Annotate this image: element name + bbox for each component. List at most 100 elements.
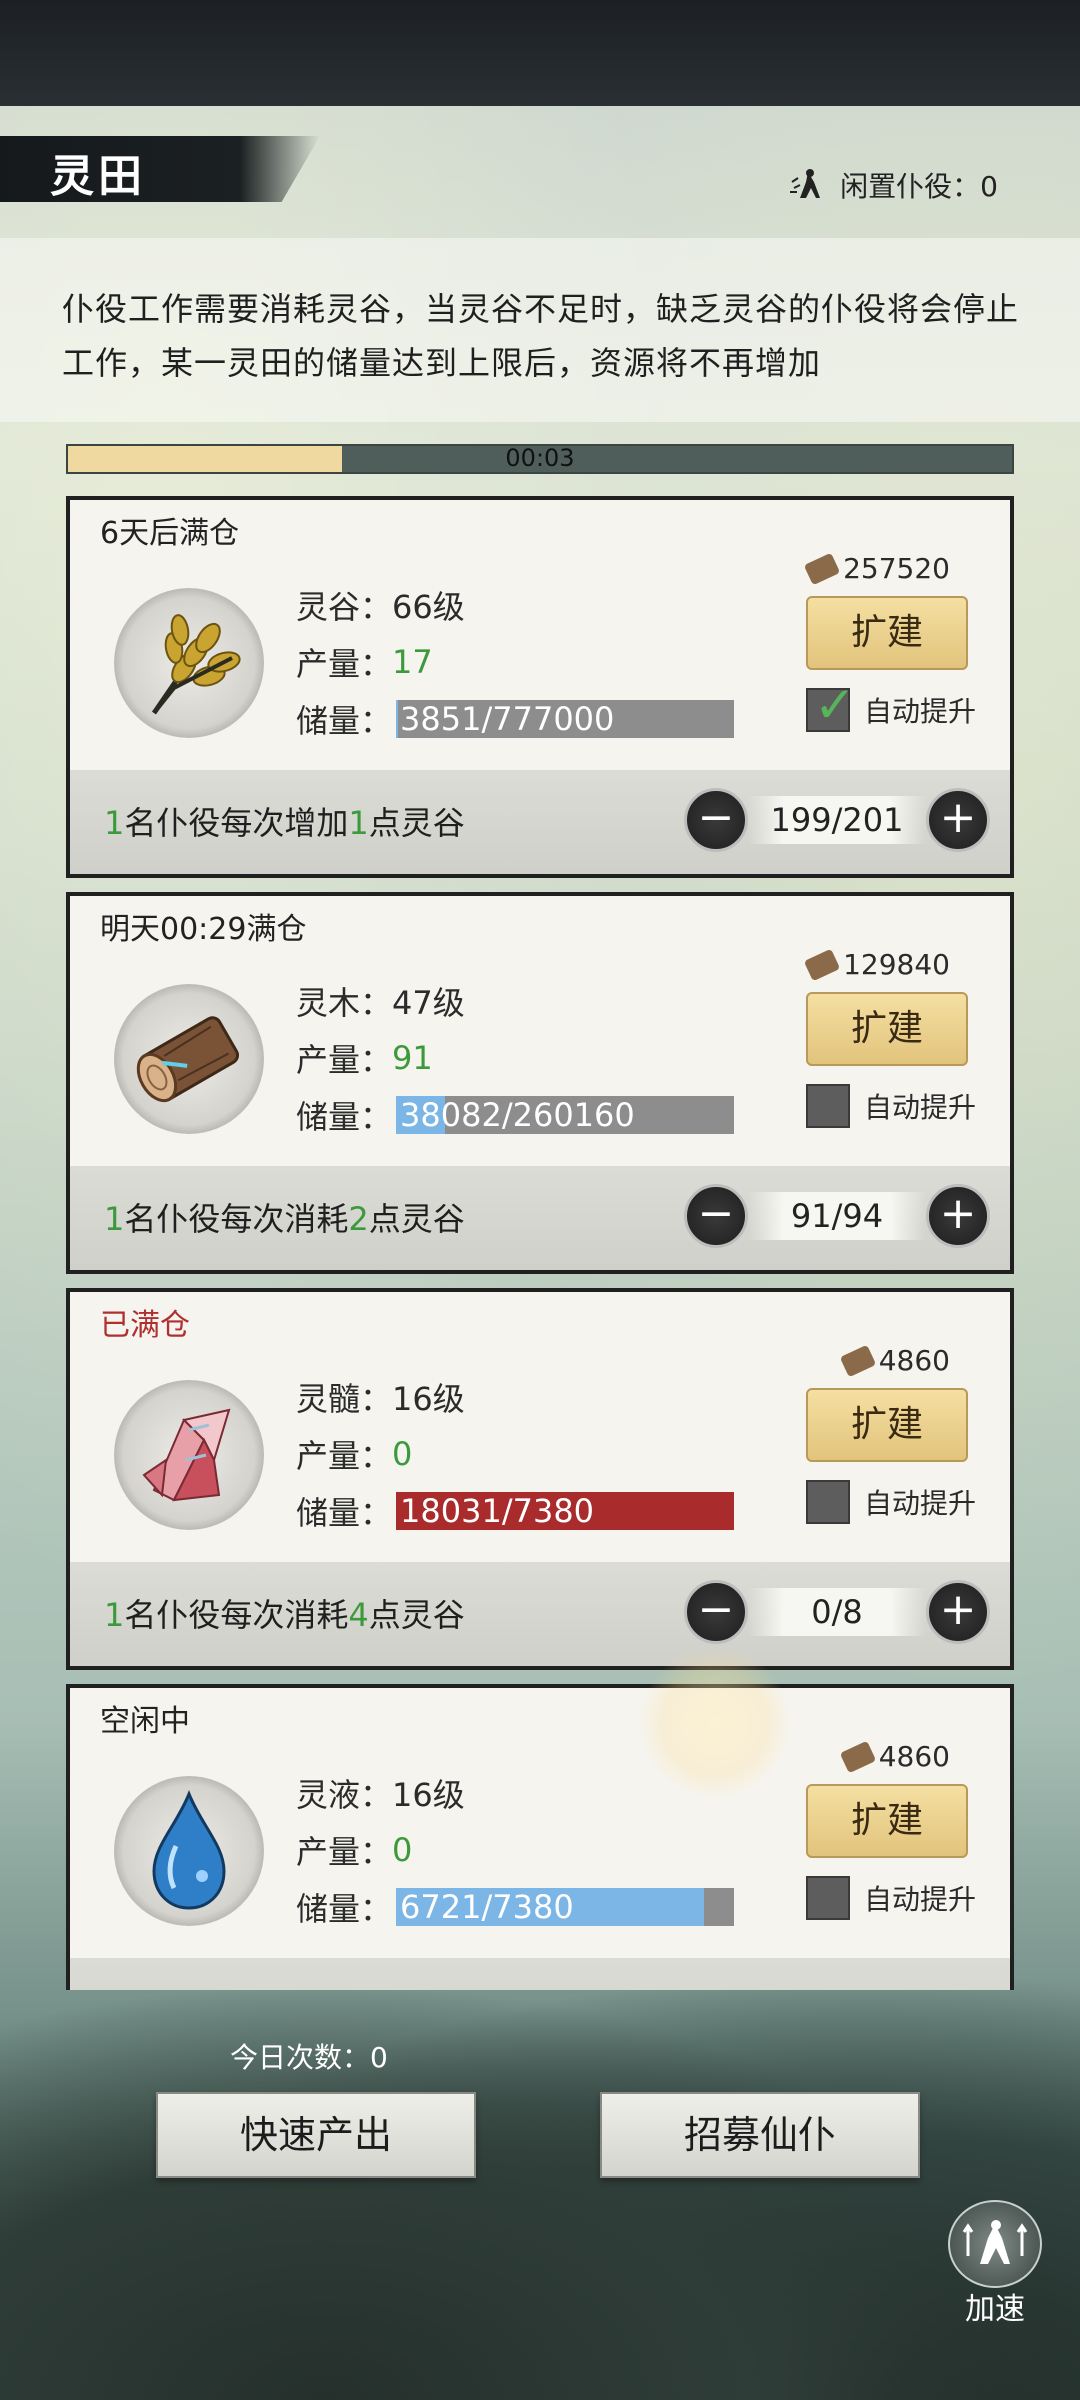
background-hills xyxy=(0,1980,1080,2400)
wood-cost-icon xyxy=(803,552,841,585)
worker-description: 1名仆役每次增加1点灵谷 xyxy=(104,798,465,844)
decrease-workers-button[interactable]: − xyxy=(684,788,748,852)
output-value: 0 xyxy=(392,1434,413,1473)
auto-upgrade-checkbox[interactable]: ✓ xyxy=(805,676,856,734)
auto-upgrade-toggle[interactable]: ✓ 自动提升 xyxy=(805,676,976,734)
speed-up-icon xyxy=(948,2200,1042,2288)
increase-workers-button[interactable]: + xyxy=(926,788,990,852)
auto-upgrade-toggle[interactable]: 自动提升 xyxy=(805,1084,976,1128)
worker-assigned: 91/94 xyxy=(748,1192,926,1240)
auto-upgrade-checkbox[interactable] xyxy=(805,1480,850,1524)
water-drop-icon xyxy=(114,1790,264,1930)
field-icon-frame xyxy=(114,1776,264,1926)
worker-stepper: − 199/201 + xyxy=(684,788,990,852)
worker-assigned: 199/201 xyxy=(748,796,926,844)
expand-cost-value: 257520 xyxy=(843,552,950,585)
field-icon-frame xyxy=(114,1380,264,1530)
today-label: 今日次数： xyxy=(230,2041,371,2074)
expand-cost: 257520 xyxy=(803,552,950,585)
increase-workers-button[interactable]: + xyxy=(926,1184,990,1248)
increase-workers-button[interactable]: + xyxy=(926,1580,990,1644)
storage-value: 3851/777000 xyxy=(400,699,615,738)
status-bar-area xyxy=(0,0,1080,106)
check-icon: ✓ xyxy=(813,676,856,734)
field-stats: 灵谷： 66级 产量： 17 储量： 3851/777000 xyxy=(296,576,735,747)
speed-up-button[interactable]: 加速 xyxy=(948,2200,1042,2328)
speed-up-label: 加速 xyxy=(965,2292,1025,2327)
resource-label: 灵木： xyxy=(296,983,393,1022)
storage-bar: 18031/7380 xyxy=(396,1491,735,1530)
wheat-icon xyxy=(114,614,264,742)
worker-assigned: 0/8 xyxy=(748,1588,926,1636)
recruit-button[interactable]: 招募仙仆 xyxy=(600,2092,920,2178)
field-icon-frame xyxy=(114,984,264,1134)
worker-row: 1名仆役每次增加1点灵谷 − 199/201 + xyxy=(70,770,1010,874)
worker-row: 1名仆役每次消耗4点灵谷 − 0/8 + xyxy=(70,1562,1010,1666)
worker-amount: 4 xyxy=(348,1596,369,1634)
field-status: 已满仓 xyxy=(100,1308,190,1343)
worker-row xyxy=(70,1958,1010,1990)
wood-log-icon xyxy=(114,1016,264,1138)
field-list[interactable]: 6天后满仓 灵谷： 66级 产量： 17 储量： 3851/777000 25752… xyxy=(66,496,1014,1990)
auto-upgrade-toggle[interactable]: 自动提升 xyxy=(805,1480,976,1524)
worker-count-unit: 1 xyxy=(104,804,125,842)
field-status: 6天后满仓 xyxy=(100,516,240,551)
expand-button[interactable]: 扩建 xyxy=(806,1784,968,1858)
storage-label: 储量： xyxy=(296,701,393,740)
decrease-workers-button[interactable]: − xyxy=(684,1580,748,1644)
description-text: 仆役工作需要消耗灵谷，当灵谷不足时，缺乏灵谷的仆役将会停止工作，某一灵田的储量达… xyxy=(62,290,1020,382)
expand-button[interactable]: 扩建 xyxy=(806,992,968,1066)
servant-icon xyxy=(788,168,830,202)
title-banner xyxy=(0,136,320,202)
resource-level: 16级 xyxy=(392,1775,465,1814)
worker-count-unit: 1 xyxy=(104,1596,125,1634)
wood-cost-icon xyxy=(839,1740,876,1773)
output-label: 产量： xyxy=(296,644,393,683)
expand-button[interactable]: 扩建 xyxy=(806,1388,968,1462)
decrease-workers-button[interactable]: − xyxy=(684,1184,748,1248)
worker-amount: 2 xyxy=(348,1200,369,1238)
resource-label: 灵髓： xyxy=(296,1379,393,1418)
auto-upgrade-label: 自动提升 xyxy=(863,1091,976,1124)
worker-text: 名仆役每次消耗 xyxy=(124,1596,349,1634)
worker-resource: 点灵谷 xyxy=(368,804,465,842)
storage-value: 6721/7380 xyxy=(400,1887,574,1926)
worker-stepper: − 0/8 + xyxy=(684,1580,990,1644)
resource-level: 66级 xyxy=(392,587,465,626)
worker-text: 名仆役每次消耗 xyxy=(124,1200,349,1238)
field-card: 明天00:29满仓 灵木： 47级 产量： 91 储量： 38082/260160 … xyxy=(66,892,1014,1274)
expand-button[interactable]: 扩建 xyxy=(806,596,968,670)
output-value: 17 xyxy=(392,642,433,681)
auto-upgrade-toggle[interactable]: 自动提升 xyxy=(805,1876,976,1920)
output-value: 0 xyxy=(392,1830,413,1869)
storage-bar-fill xyxy=(396,699,398,738)
expand-cost: 129840 xyxy=(803,948,950,981)
resource-level: 16级 xyxy=(392,1379,465,1418)
field-stats: 灵液： 16级 产量： 0 储量： 6721/7380 xyxy=(296,1764,735,1935)
worker-row: 1名仆役每次消耗2点灵谷 − 91/94 + xyxy=(70,1166,1010,1270)
output-label: 产量： xyxy=(296,1040,393,1079)
expand-cost-value: 129840 xyxy=(843,948,950,981)
field-card: 空闲中 灵液： 16级 产量： 0 储量： 6721/7380 4860 扩建 自动… xyxy=(66,1684,1014,1990)
field-stats: 灵髓： 16级 产量： 0 储量： 18031/7380 xyxy=(296,1368,735,1539)
crystal-icon xyxy=(114,1408,264,1534)
storage-label: 储量： xyxy=(296,1493,393,1532)
idle-count: 0 xyxy=(980,170,998,203)
field-icon-frame xyxy=(114,588,264,738)
resource-label: 灵液： xyxy=(296,1775,393,1814)
expand-cost-value: 4860 xyxy=(878,1740,950,1773)
today-count: 今日次数：0 xyxy=(230,2036,388,2076)
storage-label: 储量： xyxy=(296,1889,393,1928)
worker-count-unit: 1 xyxy=(104,1200,125,1238)
resource-label: 灵谷： xyxy=(296,587,393,626)
wood-cost-icon xyxy=(839,1344,876,1377)
quick-output-button[interactable]: 快速产出 xyxy=(156,2092,476,2178)
auto-upgrade-checkbox[interactable] xyxy=(805,1876,850,1920)
field-card: 6天后满仓 灵谷： 66级 产量： 17 储量： 3851/777000 25752… xyxy=(66,496,1014,878)
field-card: 已满仓 灵髓： 16级 产量： 0 储量： 18031/7380 4860 扩建 自… xyxy=(66,1288,1014,1670)
worker-description: 1名仆役每次消耗4点灵谷 xyxy=(104,1590,465,1636)
storage-value: 18031/7380 xyxy=(400,1491,595,1530)
auto-upgrade-checkbox[interactable] xyxy=(805,1084,850,1128)
expand-cost-value: 4860 xyxy=(878,1344,950,1377)
timer-bar: 00:03 xyxy=(66,444,1014,474)
